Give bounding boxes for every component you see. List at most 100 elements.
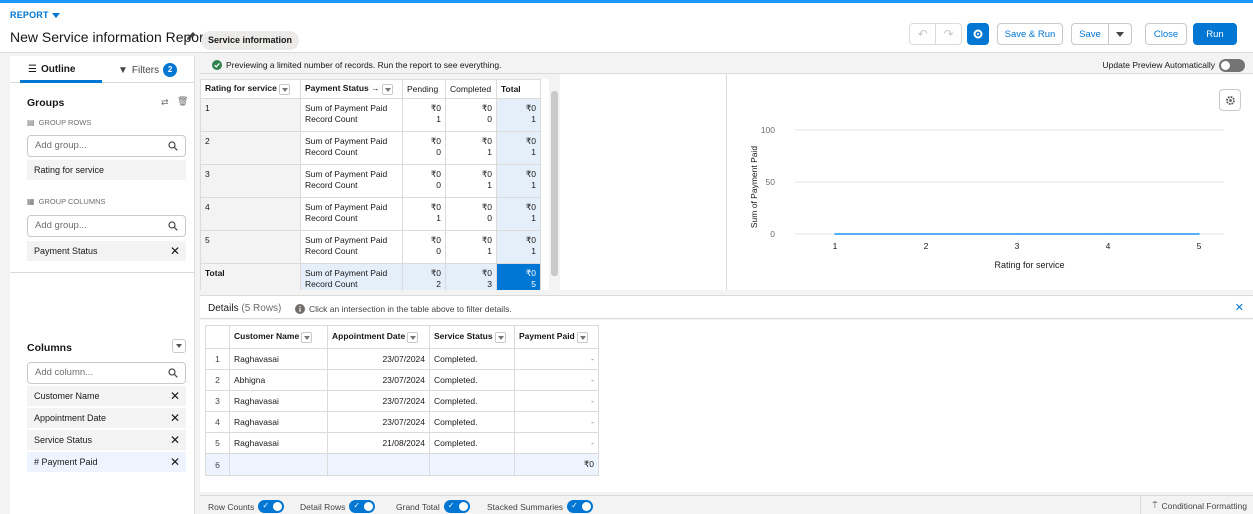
customer-name-cell[interactable]: Raghavasai bbox=[229, 390, 328, 412]
col-header-appointment-date[interactable]: Appointment Date bbox=[327, 325, 430, 349]
value-cell-pending[interactable]: ₹0 1 bbox=[402, 98, 446, 132]
remove-icon[interactable]: ✕ bbox=[170, 386, 180, 406]
row-group-cell[interactable]: 3 bbox=[200, 164, 301, 198]
service-status-cell[interactable]: Completed. bbox=[429, 411, 515, 433]
chevron-down-icon[interactable] bbox=[407, 331, 419, 343]
add-column-input[interactable]: Add column... bbox=[27, 362, 186, 384]
customer-name-cell[interactable]: Raghavasai bbox=[229, 411, 328, 433]
chevron-down-icon[interactable] bbox=[494, 331, 506, 343]
scroll-thumb[interactable] bbox=[551, 91, 558, 276]
row-group-cell[interactable]: 5 bbox=[200, 230, 301, 264]
appointment-date-cell[interactable]: 23/07/2024 bbox=[327, 348, 430, 370]
column-chip[interactable]: Service Status ✕ bbox=[27, 430, 186, 450]
measure-label-cell[interactable]: Sum of Payment Paid Record Count bbox=[300, 230, 403, 264]
col-header-payment-paid[interactable]: Payment Paid bbox=[514, 325, 599, 349]
column-group-header[interactable]: Payment Status → bbox=[300, 79, 403, 99]
column-chip[interactable]: Appointment Date ✕ bbox=[27, 408, 186, 428]
remove-icon[interactable]: ✕ bbox=[170, 408, 180, 428]
measure-label-cell[interactable]: Sum of Payment Paid Record Count bbox=[300, 263, 403, 290]
customer-name-cell[interactable]: Raghavasai bbox=[229, 432, 328, 454]
table-row[interactable]: 1 Raghavasai 23/07/2024 Completed. - bbox=[205, 348, 599, 370]
appointment-date-cell[interactable]: 23/07/2024 bbox=[327, 369, 430, 391]
appointment-date-cell[interactable]: 23/07/2024 bbox=[327, 411, 430, 433]
col-header-pending[interactable]: Pending bbox=[402, 79, 446, 99]
close-icon[interactable]: ✕ bbox=[1235, 301, 1244, 314]
group-column-chip[interactable]: Payment Status ✕ bbox=[27, 241, 186, 261]
toggle-on-icon[interactable]: ✓ bbox=[349, 500, 376, 513]
save-button[interactable]: Save bbox=[1071, 23, 1108, 45]
value-cell-pending[interactable]: ₹0 1 bbox=[402, 197, 446, 231]
value-cell-pending[interactable]: ₹0 2 bbox=[402, 263, 446, 290]
remove-icon[interactable]: ✕ bbox=[170, 452, 180, 472]
value-cell-total[interactable]: ₹0 1 bbox=[496, 131, 541, 165]
matrix-scrollbar[interactable] bbox=[549, 79, 560, 290]
table-row[interactable]: 5 Raghavasai 21/08/2024 Completed. - bbox=[205, 432, 599, 454]
value-cell-total[interactable]: ₹0 1 bbox=[496, 164, 541, 198]
toggle-on-icon[interactable]: ✓ bbox=[443, 500, 470, 513]
customer-name-cell[interactable]: Raghavasai bbox=[229, 348, 328, 370]
swap-icon[interactable]: ⇄ bbox=[161, 97, 169, 108]
measure-label-cell[interactable]: Sum of Payment Paid Record Count bbox=[300, 164, 403, 198]
appointment-date-cell[interactable]: 23/07/2024 bbox=[327, 390, 430, 412]
row-group-cell[interactable]: 2 bbox=[200, 131, 301, 165]
customer-name-cell[interactable]: Abhigna bbox=[229, 369, 328, 391]
redo-icon[interactable]: ↷ bbox=[935, 24, 961, 44]
measure-label-cell[interactable]: Sum of Payment Paid Record Count bbox=[300, 131, 403, 165]
value-cell-pending[interactable]: ₹0 0 bbox=[402, 230, 446, 264]
remove-icon[interactable]: ✕ bbox=[170, 430, 180, 450]
chevron-down-icon[interactable] bbox=[381, 83, 393, 95]
grand-total-toggle[interactable]: Grand Total ✓ bbox=[396, 500, 470, 513]
undo-icon[interactable]: ↶ bbox=[910, 24, 935, 44]
payment-paid-cell[interactable]: - bbox=[514, 432, 599, 454]
conditional-formatting-button[interactable]: ⍑ Conditional Formatting bbox=[1152, 500, 1247, 511]
toggle-on-icon[interactable]: ✓ bbox=[567, 500, 594, 513]
row-group-cell[interactable]: 1 bbox=[200, 98, 301, 132]
run-button[interactable]: Run bbox=[1193, 23, 1237, 45]
row-group-header[interactable]: Rating for service bbox=[200, 79, 301, 99]
value-cell-completed[interactable]: ₹0 0 bbox=[445, 197, 497, 231]
value-cell-pending[interactable]: ₹0 0 bbox=[402, 164, 446, 198]
table-row[interactable]: 2 Abhigna 23/07/2024 Completed. - bbox=[205, 369, 599, 391]
value-cell-completed[interactable]: ₹0 1 bbox=[445, 230, 497, 264]
value-cell-total[interactable]: ₹0 1 bbox=[496, 230, 541, 264]
table-row[interactable]: 3 Raghavasai 23/07/2024 Completed. - bbox=[205, 390, 599, 412]
payment-paid-cell[interactable]: - bbox=[514, 348, 599, 370]
service-status-cell[interactable]: Completed. bbox=[429, 390, 515, 412]
value-cell-completed[interactable]: ₹0 1 bbox=[445, 131, 497, 165]
chart-settings-button[interactable] bbox=[1219, 89, 1241, 111]
chevron-down-icon[interactable] bbox=[576, 331, 588, 343]
value-cell-completed[interactable]: ₹0 3 bbox=[445, 263, 497, 290]
value-cell-total[interactable]: ₹0 1 bbox=[496, 98, 541, 132]
value-cell-completed[interactable]: ₹0 0 bbox=[445, 98, 497, 132]
row-group-cell[interactable]: Total bbox=[200, 263, 301, 290]
col-header-service-status[interactable]: Service Status bbox=[429, 325, 515, 349]
measure-label-cell[interactable]: Sum of Payment Paid Record Count bbox=[300, 197, 403, 231]
col-header-total[interactable]: Total bbox=[496, 79, 541, 99]
save-and-run-button[interactable]: Save & Run bbox=[997, 23, 1063, 45]
detail-rows-toggle[interactable]: Detail Rows ✓ bbox=[300, 500, 376, 513]
group-row-chip[interactable]: Rating for service bbox=[27, 160, 186, 180]
appointment-date-cell[interactable]: 21/08/2024 bbox=[327, 432, 430, 454]
stacked-summaries-toggle[interactable]: Stacked Summaries ✓ bbox=[487, 500, 594, 513]
add-group-columns-input[interactable]: Add group... bbox=[27, 215, 186, 237]
tab-outline[interactable]: ☰ Outline bbox=[28, 64, 75, 75]
service-status-cell[interactable]: Completed. bbox=[429, 369, 515, 391]
service-status-cell[interactable]: Completed. bbox=[429, 432, 515, 454]
tab-filters[interactable]: ▼ Filters 2 bbox=[118, 63, 178, 77]
columns-menu-button[interactable] bbox=[172, 339, 186, 353]
value-cell-total[interactable]: ₹0 1 bbox=[496, 197, 541, 231]
toggle-on-icon[interactable]: ✓ bbox=[258, 500, 285, 513]
report-settings-button[interactable] bbox=[967, 23, 989, 45]
chevron-down-icon[interactable] bbox=[278, 83, 290, 95]
row-group-cell[interactable]: 4 bbox=[200, 197, 301, 231]
payment-paid-cell[interactable]: - bbox=[514, 369, 599, 391]
remove-icon[interactable]: ✕ bbox=[170, 241, 180, 261]
report-type-menu[interactable]: REPORT bbox=[10, 10, 60, 20]
update-preview-toggle[interactable] bbox=[1219, 59, 1245, 72]
column-chip[interactable]: Customer Name ✕ bbox=[27, 386, 186, 406]
measure-label-cell[interactable]: Sum of Payment Paid Record Count bbox=[300, 98, 403, 132]
col-header-customer-name[interactable]: Customer Name bbox=[229, 325, 328, 349]
value-cell-pending[interactable]: ₹0 0 bbox=[402, 131, 446, 165]
service-status-cell[interactable]: Completed. bbox=[429, 348, 515, 370]
col-header-completed[interactable]: Completed bbox=[445, 79, 497, 99]
